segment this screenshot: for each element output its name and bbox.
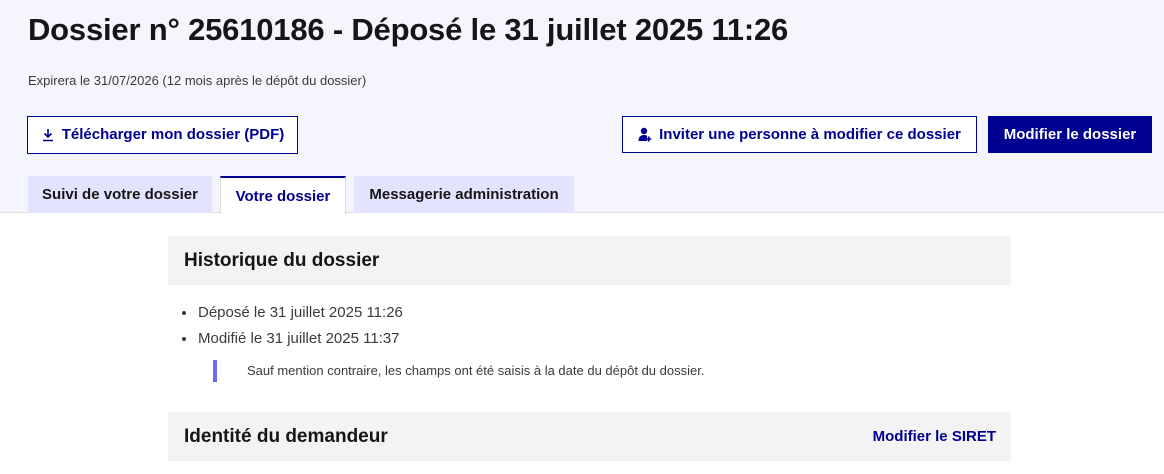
identity-section-header: Identité du demandeur Modifier le SIRET (168, 412, 1011, 461)
modify-siret-link[interactable]: Modifier le SIRET (873, 428, 996, 445)
history-title: Historique du dossier (184, 249, 380, 271)
tab-messagerie-label: Messagerie administration (369, 186, 559, 203)
bullet-dot (182, 311, 186, 315)
history-item-text: Déposé le 31 juillet 2025 11:26 (198, 304, 403, 321)
identity-title: Identité du demandeur (184, 425, 388, 447)
history-list: Déposé le 31 juillet 2025 11:26 Modifié … (182, 300, 403, 352)
page-title: Dossier n° 25610186 - Déposé le 31 juill… (28, 12, 789, 47)
callout-accent-bar (213, 360, 217, 382)
history-item-text: Modifié le 31 juillet 2025 11:37 (198, 330, 400, 347)
expiry-notice: Expirera le 31/07/2026 (12 mois après le… (28, 73, 367, 88)
user-add-icon (638, 127, 652, 142)
tab-messagerie[interactable]: Messagerie administration (354, 176, 574, 213)
tab-suivi[interactable]: Suivi de votre dossier (28, 176, 212, 213)
history-item: Modifié le 31 juillet 2025 11:37 (182, 326, 403, 352)
tab-suivi-label: Suivi de votre dossier (42, 186, 198, 203)
history-item: Déposé le 31 juillet 2025 11:26 (182, 300, 403, 326)
download-pdf-button[interactable]: Télécharger mon dossier (PDF) (27, 116, 298, 154)
download-pdf-label: Télécharger mon dossier (PDF) (61, 126, 285, 143)
history-note: Sauf mention contraire, les champs ont é… (247, 363, 705, 378)
modify-dossier-label: Modifier le dossier (1003, 125, 1137, 143)
history-section-header: Historique du dossier (168, 236, 1011, 285)
tab-votre-dossier-label: Votre dossier (235, 187, 331, 205)
bullet-dot (182, 337, 186, 341)
modify-dossier-button[interactable]: Modifier le dossier (988, 116, 1152, 153)
invite-person-label: Inviter une personne à modifier ce dossi… (659, 125, 961, 143)
invite-person-button[interactable]: Inviter une personne à modifier ce dossi… (622, 116, 977, 153)
download-icon (41, 128, 55, 142)
tab-votre-dossier[interactable]: Votre dossier (220, 176, 346, 214)
